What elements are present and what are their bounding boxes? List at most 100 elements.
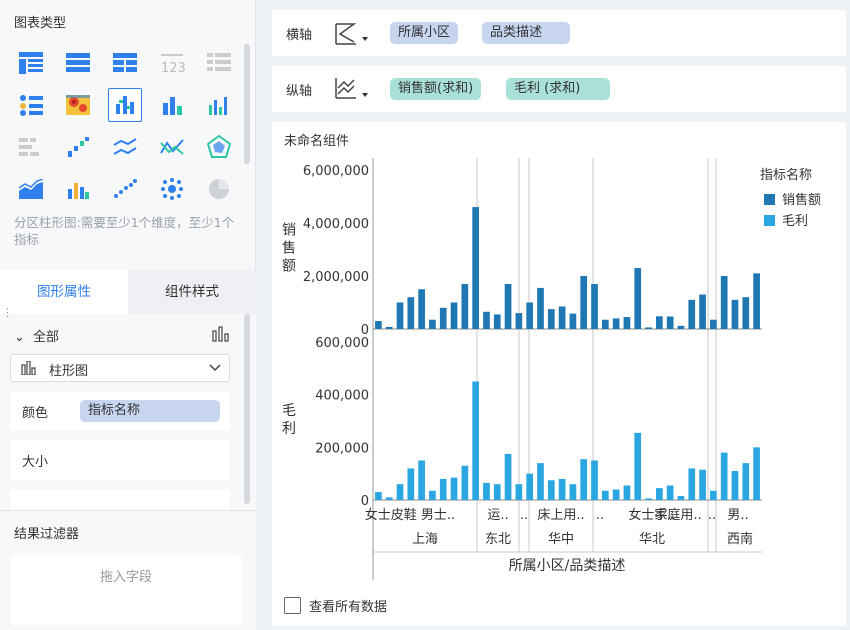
y-tick-label: 4,000,000 (303, 217, 369, 232)
y-axis-type-icon[interactable] (334, 76, 370, 102)
bar (731, 299, 739, 329)
bar (375, 321, 382, 329)
x-axis-label: 横轴 (286, 28, 313, 43)
bar (450, 302, 458, 329)
view-all-checkbox[interactable] (284, 597, 301, 614)
view-all-data-toggle[interactable]: 查看所有数据 (284, 596, 387, 615)
bar (418, 289, 425, 329)
filter-drop-zone[interactable]: 拖入字段 (10, 555, 242, 625)
chart-type-select[interactable]: 柱形图 (10, 354, 230, 382)
line-chart-icon[interactable] (108, 130, 142, 164)
bar (429, 490, 436, 500)
all-toggle[interactable]: ⌄ 全部 (14, 326, 59, 345)
bar (558, 306, 566, 329)
property-tabs: 图形属性 组件样式 (0, 270, 256, 314)
y-field-pill-sales[interactable]: 销售额(求和) (390, 78, 482, 100)
radar-icon[interactable] (202, 130, 236, 164)
left-panel: 图表类型 123 分区柱形图:需要至少1个维度，至少1个指标 图形属性 组件样式… (0, 0, 256, 630)
color-field-pill[interactable]: 指标名称 (80, 400, 220, 422)
filter-title: 结果过滤器 (14, 527, 80, 542)
size-row[interactable]: 大小 (10, 440, 230, 480)
drag-handle-icon[interactable]: ⋮ (2, 306, 13, 319)
y-tick-label: 200,000 (315, 441, 369, 456)
bar (493, 314, 501, 329)
color-row[interactable]: 颜色 指标名称 (10, 392, 230, 430)
bar (429, 319, 436, 329)
stacked-bar-icon[interactable] (155, 88, 189, 122)
bar (623, 317, 631, 329)
bar (731, 471, 739, 500)
bubble-icon[interactable] (155, 172, 189, 206)
multi-line-icon[interactable] (155, 130, 189, 164)
bar-type-icon[interactable] (212, 326, 230, 342)
cross-table-icon[interactable] (108, 46, 142, 80)
bar (385, 497, 393, 500)
bar (504, 283, 512, 329)
bar (720, 452, 728, 500)
svg-text:123: 123 (161, 61, 185, 74)
next-property-row[interactable] (10, 490, 230, 510)
legend-swatch (764, 194, 775, 205)
x-axis-type-icon[interactable] (334, 22, 370, 46)
bar (655, 316, 663, 329)
category-label: 男.. (727, 508, 748, 523)
y-axis-title: 利 (282, 421, 296, 437)
legend-label: 销售额 (782, 192, 821, 208)
grouped-table-icon[interactable] (61, 46, 95, 80)
bar (526, 302, 534, 329)
category-label: 运.. (487, 508, 508, 523)
bar (569, 313, 577, 329)
y-tick-label: 6,000,000 (303, 164, 369, 179)
x-axis-bar: 横轴 所属小区 品类描述 (272, 10, 846, 56)
bar (569, 484, 577, 500)
table-icon[interactable] (14, 46, 48, 80)
bar (688, 468, 696, 500)
x-axis-title: 所属小区/品类描述 (509, 558, 626, 574)
y-field-pill-profit[interactable]: 毛利 (求和) (506, 78, 610, 100)
waterfall-icon[interactable] (61, 130, 95, 164)
bar (753, 273, 760, 329)
region-label: 上海 (412, 532, 438, 547)
detail-table-icon[interactable] (202, 46, 236, 80)
bar-type-icon (21, 361, 36, 375)
horizontal-bar-icon[interactable] (14, 130, 48, 164)
combo-bar-icon[interactable] (61, 172, 95, 206)
bar (710, 490, 717, 500)
view-all-label: 查看所有数据 (309, 600, 388, 615)
area-chart-icon[interactable] (14, 172, 48, 206)
bar (634, 432, 642, 500)
bar (753, 447, 760, 500)
bar (407, 468, 415, 500)
bar-chart-icon[interactable] (202, 88, 236, 122)
partition-bar-icon[interactable] (108, 88, 142, 122)
bar (612, 489, 620, 500)
kpi-number-icon[interactable]: 123 (155, 46, 189, 80)
bar (699, 294, 706, 329)
chart-type-scrollbar[interactable] (244, 44, 250, 164)
properties-scrollbar[interactable] (244, 314, 250, 504)
chart-type-title: 图表类型 (14, 16, 67, 31)
dot-list-icon[interactable] (14, 88, 48, 122)
bar (655, 488, 663, 500)
y-tick-label: 0 (361, 494, 369, 509)
tab-component-style[interactable]: 组件样式 (128, 270, 256, 314)
pie-chart-icon[interactable] (202, 172, 236, 206)
size-label: 大小 (22, 455, 49, 470)
x-field-pill-district[interactable]: 所属小区 (390, 22, 459, 44)
bar (580, 276, 588, 329)
y-tick-label: 2,000,000 (303, 270, 369, 285)
y-axis-title: 售 (282, 241, 296, 257)
collapse-arrow-icon: ⌄ (14, 330, 25, 345)
heatmap-icon[interactable] (61, 88, 95, 122)
bar (396, 302, 404, 329)
bar (493, 484, 501, 500)
scatter-icon[interactable] (108, 172, 142, 206)
bar (439, 478, 447, 500)
partition-bar-chart[interactable]: 02,000,0004,000,0006,000,000销售额0200,0004… (272, 122, 846, 582)
tab-graph-properties[interactable]: 图形属性 (0, 270, 128, 314)
x-field-pill-category[interactable]: 品类描述 (482, 22, 570, 44)
bar (439, 307, 447, 329)
region-label: 华北 (639, 532, 665, 547)
bar (677, 325, 685, 329)
category-label: 家庭用.. (654, 507, 701, 523)
